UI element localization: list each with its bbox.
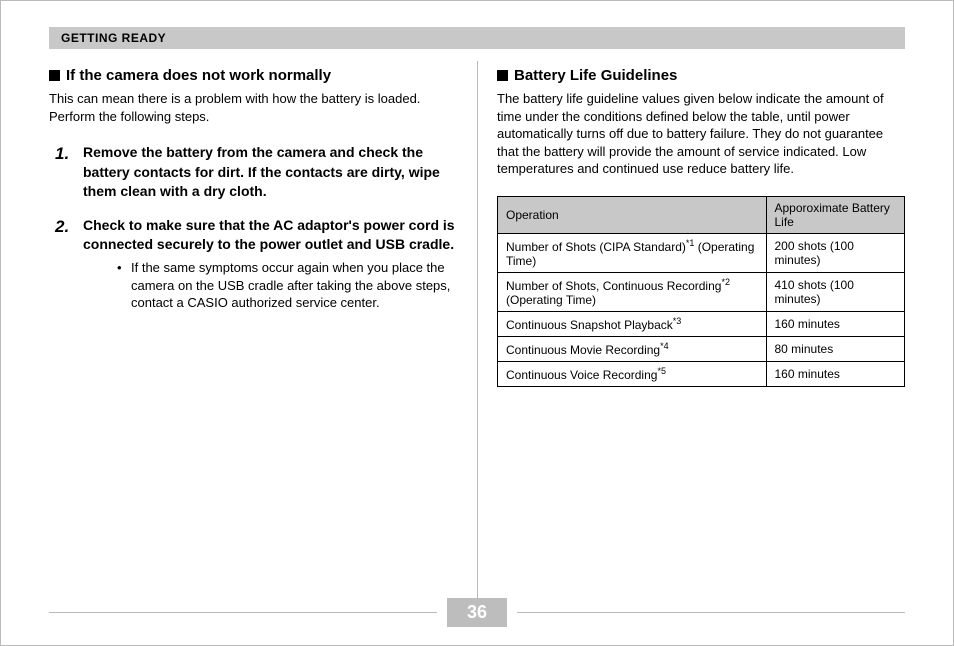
step-sublist: If the same symptoms occur again when yo… xyxy=(117,259,457,312)
footer-rule-left xyxy=(49,612,437,613)
left-heading: If the camera does not work normally xyxy=(49,67,457,84)
page-number: 36 xyxy=(447,598,507,627)
section-header: GETTING READY xyxy=(49,27,905,49)
cell-life: 160 minutes xyxy=(766,361,905,386)
table-row: Number of Shots, Continuous Recording*2 … xyxy=(498,272,905,311)
two-column-layout: If the camera does not work normally Thi… xyxy=(49,61,905,619)
step-item: Remove the battery from the camera and c… xyxy=(55,143,457,202)
step-text: Check to make sure that the AC adaptor's… xyxy=(83,216,457,255)
table-row: Continuous Voice Recording*5 160 minutes xyxy=(498,361,905,386)
table-row: Continuous Snapshot Playback*3 160 minut… xyxy=(498,311,905,336)
right-heading-text: Battery Life Guidelines xyxy=(514,67,677,84)
cell-operation: Number of Shots, Continuous Recording*2 … xyxy=(498,272,767,311)
table-row: Number of Shots (CIPA Standard)*1 (Opera… xyxy=(498,233,905,272)
right-column: Battery Life Guidelines The battery life… xyxy=(477,61,905,619)
cell-life: 200 shots (100 minutes) xyxy=(766,233,905,272)
table-row: Continuous Movie Recording*4 80 minutes xyxy=(498,336,905,361)
left-intro: This can mean there is a problem with ho… xyxy=(49,90,457,125)
cell-operation: Continuous Movie Recording*4 xyxy=(498,336,767,361)
table-header-life: Apporoximate Battery Life xyxy=(766,196,905,233)
step-sub-text: If the same symptoms occur again when yo… xyxy=(131,259,457,312)
step-sub-item: If the same symptoms occur again when yo… xyxy=(117,259,457,312)
square-bullet-icon xyxy=(497,70,508,81)
left-column: If the camera does not work normally Thi… xyxy=(49,61,477,619)
table-header-operation: Operation xyxy=(498,196,767,233)
section-title: GETTING READY xyxy=(61,31,166,45)
steps-list: Remove the battery from the camera and c… xyxy=(49,143,457,312)
battery-life-table: Operation Apporoximate Battery Life Numb… xyxy=(497,196,905,387)
step-text: Remove the battery from the camera and c… xyxy=(83,143,457,202)
right-intro: The battery life guideline values given … xyxy=(497,90,905,178)
right-heading: Battery Life Guidelines xyxy=(497,67,905,84)
column-divider xyxy=(477,61,478,599)
cell-life: 410 shots (100 minutes) xyxy=(766,272,905,311)
square-bullet-icon xyxy=(49,70,60,81)
cell-life: 160 minutes xyxy=(766,311,905,336)
cell-operation: Continuous Snapshot Playback*3 xyxy=(498,311,767,336)
page-footer: 36 xyxy=(1,598,953,627)
cell-operation: Continuous Voice Recording*5 xyxy=(498,361,767,386)
step-item: Check to make sure that the AC adaptor's… xyxy=(55,216,457,312)
cell-life: 80 minutes xyxy=(766,336,905,361)
footer-rule-right xyxy=(517,612,905,613)
cell-operation: Number of Shots (CIPA Standard)*1 (Opera… xyxy=(498,233,767,272)
manual-page: GETTING READY If the camera does not wor… xyxy=(1,1,953,645)
left-heading-text: If the camera does not work normally xyxy=(66,67,331,84)
table-header-row: Operation Apporoximate Battery Life xyxy=(498,196,905,233)
